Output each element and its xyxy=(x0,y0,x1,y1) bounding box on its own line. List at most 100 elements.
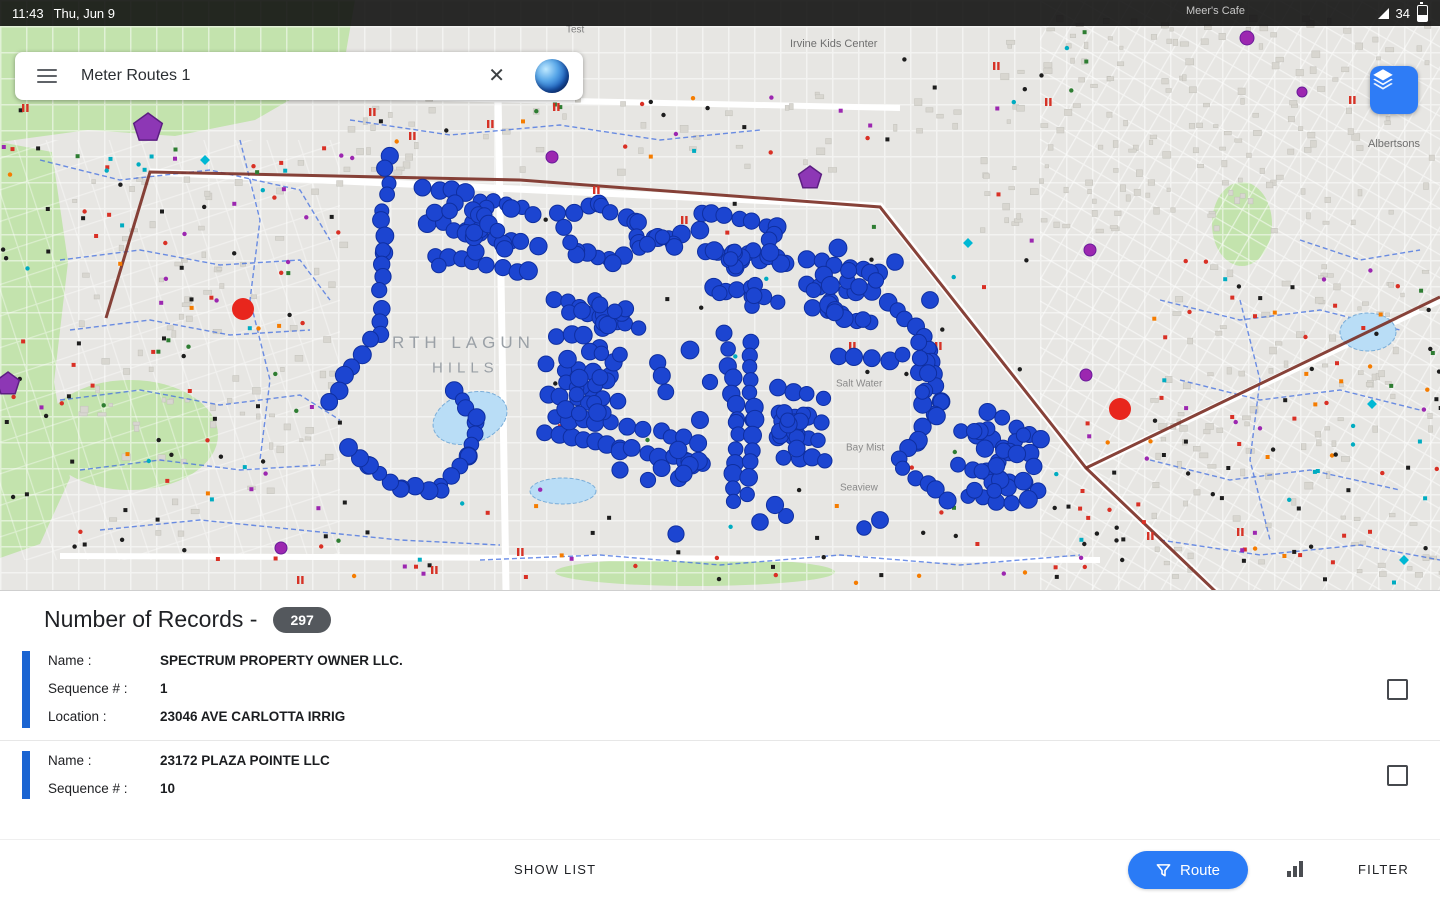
meter-dot[interactable] xyxy=(478,257,494,273)
meter-dot[interactable] xyxy=(744,426,762,444)
meter-dot[interactable] xyxy=(566,204,583,221)
meter-dot[interactable] xyxy=(781,413,795,427)
meter-dot[interactable] xyxy=(556,219,572,235)
meter-dot[interactable] xyxy=(826,304,843,321)
meter-dot[interactable] xyxy=(538,356,554,372)
meter-dot[interactable] xyxy=(746,410,764,428)
meter-dot[interactable] xyxy=(857,521,871,535)
meter-dot[interactable] xyxy=(690,435,707,452)
meter-dot[interactable] xyxy=(855,312,871,328)
meter-dot[interactable] xyxy=(1015,472,1033,490)
meter-dot[interactable] xyxy=(1032,431,1049,448)
meter-dot[interactable] xyxy=(761,244,779,262)
meter-dot[interactable] xyxy=(612,462,628,478)
record-item[interactable]: Name : SPECTRUM PROPERTY OWNER LLC. Sequ… xyxy=(0,641,1440,740)
purple-marker[interactable] xyxy=(1297,87,1307,97)
meter-dot[interactable] xyxy=(816,391,830,405)
meter-dot[interactable] xyxy=(799,387,814,402)
meter-dot[interactable] xyxy=(1016,428,1030,442)
meter-dot[interactable] xyxy=(911,334,927,350)
meter-dot[interactable] xyxy=(987,484,1002,499)
meter-dot[interactable] xyxy=(967,424,982,439)
meter-dot[interactable] xyxy=(575,326,593,344)
meter-dot[interactable] xyxy=(592,370,608,386)
meter-dot[interactable] xyxy=(887,254,904,271)
meter-dot[interactable] xyxy=(668,526,684,542)
meter-dot[interactable] xyxy=(841,263,857,279)
meter-dot[interactable] xyxy=(610,393,626,409)
meter-dot[interactable] xyxy=(821,277,839,295)
meter-dot[interactable] xyxy=(380,187,395,202)
meter-dot[interactable] xyxy=(559,350,577,368)
meter-dot[interactable] xyxy=(563,235,578,250)
meter-dot[interactable] xyxy=(363,331,379,347)
meter-dot[interactable] xyxy=(525,207,541,223)
meter-dot[interactable] xyxy=(592,297,608,313)
meter-dot[interactable] xyxy=(721,342,736,357)
meter-dot[interactable] xyxy=(513,233,529,249)
meter-dot[interactable] xyxy=(974,464,989,479)
meter-dot[interactable] xyxy=(740,469,758,487)
meter-dot[interactable] xyxy=(537,425,553,441)
meter-dot[interactable] xyxy=(376,227,394,245)
meter-dot[interactable] xyxy=(818,454,832,468)
meter-dot[interactable] xyxy=(716,325,732,341)
search-input[interactable]: Meter Routes 1 xyxy=(81,67,488,85)
alert-marker[interactable] xyxy=(1109,398,1131,420)
meter-dot[interactable] xyxy=(829,239,847,257)
meter-dot[interactable] xyxy=(939,492,956,509)
meter-dot[interactable] xyxy=(967,482,983,498)
meter-dot[interactable] xyxy=(920,365,937,382)
clear-search-icon[interactable]: ✕ xyxy=(488,66,505,86)
meter-dot[interactable] xyxy=(716,207,732,223)
meter-dot[interactable] xyxy=(602,205,617,220)
meter-dot[interactable] xyxy=(675,465,692,482)
meter-dot[interactable] xyxy=(705,242,723,260)
meter-dot[interactable] xyxy=(376,243,391,258)
meter-dot[interactable] xyxy=(928,407,945,424)
account-avatar[interactable] xyxy=(535,59,569,93)
filter-button[interactable]: FILTER xyxy=(1358,862,1409,877)
meter-dot[interactable] xyxy=(608,304,623,319)
purple-marker[interactable] xyxy=(1084,244,1096,256)
meter-dot[interactable] xyxy=(896,461,910,475)
meter-dot[interactable] xyxy=(728,442,743,457)
meter-dot[interactable] xyxy=(546,292,562,308)
meter-dot[interactable] xyxy=(495,260,511,276)
meter-dot[interactable] xyxy=(988,458,1005,475)
route-button[interactable]: Route xyxy=(1128,851,1248,889)
meter-dot[interactable] xyxy=(712,286,727,301)
meter-dot[interactable] xyxy=(771,295,785,309)
meter-dot[interactable] xyxy=(619,418,636,435)
meter-dot[interactable] xyxy=(804,300,820,316)
meter-dot[interactable] xyxy=(1026,458,1042,474)
meter-dot[interactable] xyxy=(872,512,889,529)
meter-dot[interactable] xyxy=(432,258,447,273)
meter-dot[interactable] xyxy=(726,494,740,508)
meter-dot[interactable] xyxy=(976,440,993,457)
meter-dot[interactable] xyxy=(623,440,640,457)
meter-dot[interactable] xyxy=(740,487,754,501)
meter-dot[interactable] xyxy=(1020,491,1038,509)
meter-dot[interactable] xyxy=(640,472,655,487)
meter-dot[interactable] xyxy=(589,404,607,422)
meter-dot[interactable] xyxy=(979,404,996,421)
meter-dot[interactable] xyxy=(766,496,783,513)
meter-dot[interactable] xyxy=(752,514,769,531)
meter-dot[interactable] xyxy=(831,348,848,365)
meter-dot[interactable] xyxy=(569,387,584,402)
record-item[interactable]: Name : 23172 PLAZA POINTE LLC Sequence #… xyxy=(0,741,1440,812)
meter-dot[interactable] xyxy=(653,460,670,477)
meter-dot[interactable] xyxy=(613,347,628,362)
purple-marker[interactable] xyxy=(1240,31,1254,45)
meter-dot[interactable] xyxy=(340,439,358,457)
meter-dot[interactable] xyxy=(798,251,815,268)
meter-dot[interactable] xyxy=(655,230,669,244)
meter-dot[interactable] xyxy=(691,221,709,239)
meter-dot[interactable] xyxy=(788,440,805,457)
meter-dot[interactable] xyxy=(549,329,565,345)
meter-dot[interactable] xyxy=(490,223,505,238)
meter-dot[interactable] xyxy=(692,412,709,429)
meter-dot[interactable] xyxy=(726,481,741,496)
meter-dot[interactable] xyxy=(377,160,393,176)
